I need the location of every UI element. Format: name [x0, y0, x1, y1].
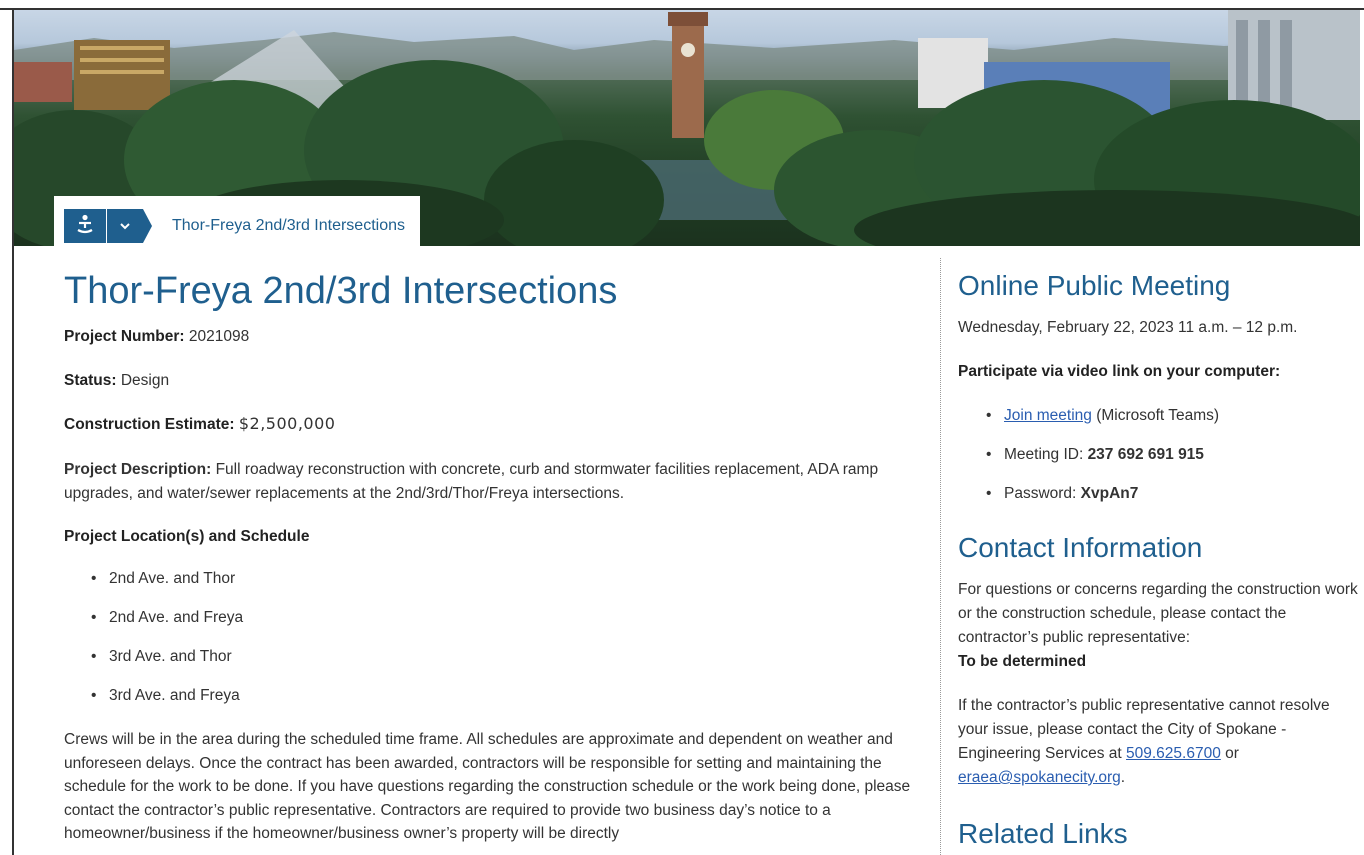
meeting-id-value: 237 692 691 915 — [1087, 446, 1204, 463]
status-row: Status: Design — [64, 372, 169, 390]
list-item: Join meeting (Microsoft Teams) — [958, 405, 1219, 444]
schedule-notice: Crews will be in the area during the sch… — [64, 731, 911, 842]
list-item: 2nd Ave. and Thor — [64, 568, 243, 607]
estimate-currency: $ — [238, 414, 250, 433]
or-text: or — [1220, 745, 1239, 762]
phone-link[interactable]: 509.625.6700 — [1126, 745, 1221, 762]
list-item: 2nd Ave. and Freya — [64, 607, 243, 646]
fallback-contact: If the contractor’s public representativ… — [958, 694, 1360, 790]
locations-list: 2nd Ave. and Thor 2nd Ave. and Freya 3rd… — [64, 568, 243, 724]
status-value: Design — [120, 372, 170, 389]
accessibility-person-icon — [75, 214, 95, 239]
contact-representative: To be determined — [958, 653, 1087, 670]
list-item: 3rd Ave. and Thor — [64, 646, 243, 685]
breadcrumb-current[interactable]: Thor-Freya 2nd/3rd Intersections — [172, 217, 405, 235]
estimate-value: 2,500,000 — [249, 414, 336, 433]
meeting-id-label: Meeting ID: — [1004, 446, 1088, 463]
frame-border-left — [12, 8, 14, 855]
list-item: Password: XvpAn7 — [958, 483, 1219, 522]
project-number-row: Project Number: 2021098 — [64, 328, 249, 346]
home-button[interactable] — [64, 209, 106, 243]
breadcrumb-arrow — [143, 209, 152, 243]
project-number-value: 2021098 — [188, 328, 250, 345]
email-link[interactable]: eraea@spokanecity.org — [958, 769, 1121, 786]
password-label: Password: — [1004, 485, 1081, 502]
page-title: Thor-Freya 2nd/3rd Intersections — [64, 270, 618, 312]
breadcrumb-menu-button[interactable] — [107, 209, 143, 243]
breadcrumb: Thor-Freya 2nd/3rd Intersections — [54, 196, 420, 246]
password-value: XvpAn7 — [1080, 485, 1139, 502]
estimate-label: Construction Estimate: — [64, 416, 235, 433]
list-item: Meeting ID: 237 692 691 915 — [958, 444, 1219, 483]
status-label: Status: — [64, 372, 117, 389]
project-number-label: Project Number: — [64, 328, 185, 345]
period-text: . — [1120, 769, 1126, 786]
main-content: Thor-Freya 2nd/3rd Intersections Project… — [64, 262, 934, 842]
join-suffix: (Microsoft Teams) — [1091, 407, 1220, 424]
meeting-datetime: Wednesday, February 22, 2023 11 a.m. – 1… — [958, 319, 1298, 336]
join-meeting-link[interactable]: Join meeting — [1004, 407, 1092, 424]
contact-text: For questions or concerns regarding the … — [958, 581, 1358, 646]
estimate-row: Construction Estimate: $2,500,000 — [64, 414, 335, 434]
meeting-heading: Online Public Meeting — [958, 270, 1231, 301]
column-divider — [940, 258, 941, 855]
meeting-details-list: Join meeting (Microsoft Teams) Meeting I… — [958, 405, 1219, 522]
related-links-heading: Related Links — [958, 818, 1128, 849]
list-item: 3rd Ave. and Freya — [64, 685, 243, 724]
contact-heading: Contact Information — [958, 532, 1203, 563]
project-description: Project Description: Full roadway recons… — [64, 458, 924, 506]
description-label: Project Description: — [64, 461, 212, 478]
participate-label: Participate via video link on your compu… — [958, 363, 1281, 380]
chevron-down-icon — [119, 217, 131, 235]
locations-heading: Project Location(s) and Schedule — [64, 528, 310, 545]
page-frame: Thor-Freya 2nd/3rd Intersections Thor-Fr… — [0, 0, 1364, 855]
